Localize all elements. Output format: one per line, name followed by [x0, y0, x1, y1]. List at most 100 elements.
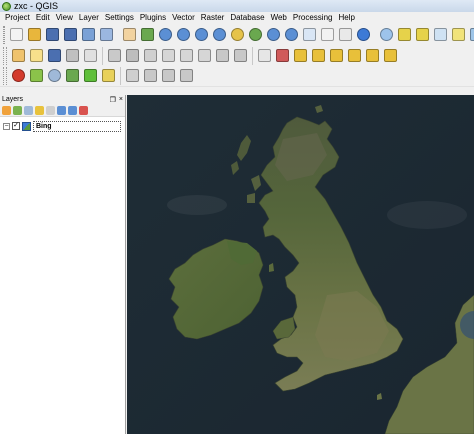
label-show-icon: [366, 49, 379, 62]
expand-all-icon[interactable]: [57, 105, 66, 115]
toolbar-grip-handle[interactable]: [3, 25, 5, 44]
save-edits-icon: [48, 49, 61, 62]
save-project-button[interactable]: [44, 26, 61, 43]
label-rotate-button[interactable]: [328, 47, 345, 64]
menu-help[interactable]: Help: [335, 12, 357, 23]
add-feature-button[interactable]: [82, 47, 99, 64]
zoom-selection-button[interactable]: [229, 26, 246, 43]
toggle-editing-button[interactable]: [28, 47, 45, 64]
paste-features-icon: [198, 49, 211, 62]
toolbar-grip-handle[interactable]: [3, 46, 7, 65]
pan-hand-button[interactable]: [121, 26, 138, 43]
layer-item-bing[interactable]: − ✓ Bing: [0, 120, 125, 132]
label-pin-button[interactable]: [274, 47, 291, 64]
layers-panel-title: Layers: [2, 96, 24, 103]
menu-edit[interactable]: Edit: [33, 12, 53, 23]
new-map-view-button[interactable]: [301, 26, 318, 43]
cut-features-button[interactable]: [160, 47, 177, 64]
paste-features-button[interactable]: [196, 47, 213, 64]
simplify-button[interactable]: [142, 67, 159, 84]
statistics-button[interactable]: [468, 26, 474, 43]
save-edits-button[interactable]: [46, 47, 63, 64]
zoom-in-button[interactable]: [157, 26, 174, 43]
add-group-icon[interactable]: [13, 105, 22, 115]
label-diagram-button[interactable]: [382, 47, 399, 64]
new-project-button[interactable]: [8, 26, 25, 43]
zoom-last-button[interactable]: [265, 26, 282, 43]
zoom-out-button[interactable]: [175, 26, 192, 43]
eye-visibility-button[interactable]: [46, 67, 63, 84]
label-change-button[interactable]: [346, 47, 363, 64]
menu-processing[interactable]: Processing: [290, 12, 336, 23]
collapse-all-icon[interactable]: [68, 105, 77, 115]
statistics-icon: [470, 28, 474, 41]
move-feature-button[interactable]: [106, 47, 123, 64]
copy-features-button[interactable]: [178, 47, 195, 64]
menu-settings[interactable]: Settings: [102, 12, 137, 23]
menu-layer[interactable]: Layer: [76, 12, 102, 23]
save-as-button[interactable]: [62, 26, 79, 43]
label-move-button[interactable]: [310, 47, 327, 64]
identify-button[interactable]: [378, 26, 395, 43]
menu-view[interactable]: View: [53, 12, 76, 23]
menu-vector[interactable]: Vector: [169, 12, 198, 23]
menu-database[interactable]: Database: [227, 12, 267, 23]
trace-button[interactable]: [28, 67, 45, 84]
menu-plugins[interactable]: Plugins: [137, 12, 169, 23]
float-panel-icon[interactable]: ❐: [110, 96, 116, 104]
measure-button[interactable]: [450, 26, 467, 43]
reshape-button[interactable]: [178, 67, 195, 84]
deselect-button[interactable]: [414, 26, 431, 43]
manage-visibility-icon[interactable]: [24, 105, 33, 115]
menu-raster[interactable]: Raster: [198, 12, 228, 23]
topology-button[interactable]: [82, 67, 99, 84]
redo-button[interactable]: [232, 47, 249, 64]
show-bookmarks-button[interactable]: [337, 26, 354, 43]
show-bookmarks-icon: [339, 28, 352, 41]
menu-project[interactable]: Project: [2, 12, 33, 23]
map-canvas[interactable]: [127, 95, 474, 434]
snapping-magnet-button[interactable]: [10, 67, 27, 84]
zoom-next-button[interactable]: [283, 26, 300, 43]
label-move-icon: [312, 49, 325, 62]
digitize-button[interactable]: [64, 47, 81, 64]
cad-tool-button[interactable]: [100, 67, 117, 84]
close-panel-icon[interactable]: ×: [119, 96, 123, 104]
zoom-actual-button[interactable]: [193, 26, 210, 43]
delete-selected-button[interactable]: [142, 47, 159, 64]
field-calculator-icon: [434, 28, 447, 41]
filter-legend-icon[interactable]: [35, 105, 44, 115]
current-edits-button[interactable]: [10, 47, 27, 64]
offset-curve-button[interactable]: [160, 67, 177, 84]
open-layer-styling-icon[interactable]: [2, 105, 11, 115]
field-calculator-button[interactable]: [432, 26, 449, 43]
undo-button[interactable]: [214, 47, 231, 64]
toolbar-grip-handle[interactable]: [3, 66, 7, 85]
zoom-layer-button[interactable]: [247, 26, 264, 43]
bookmark-button[interactable]: [319, 26, 336, 43]
print-composer-button[interactable]: [80, 26, 97, 43]
snapping-magnet-icon: [12, 69, 25, 82]
collapse-toggle-icon[interactable]: −: [3, 122, 10, 130]
node-tool-button[interactable]: [124, 47, 141, 64]
layer-visibility-checkbox[interactable]: ✓: [12, 122, 20, 130]
label-highlight-button[interactable]: [292, 47, 309, 64]
layer-name[interactable]: Bing: [33, 120, 121, 132]
vertex-button[interactable]: [64, 67, 81, 84]
filter-expression-icon[interactable]: [46, 105, 55, 115]
pan-to-selection-button[interactable]: [139, 26, 156, 43]
rotate-point-button[interactable]: [124, 67, 141, 84]
refresh-button[interactable]: [355, 26, 372, 43]
remove-layer-icon[interactable]: [79, 105, 88, 115]
select-features-button[interactable]: [396, 26, 413, 43]
refresh-icon: [357, 28, 370, 41]
label-show-button[interactable]: [364, 47, 381, 64]
composer-manager-button[interactable]: [98, 26, 115, 43]
menu-web[interactable]: Web: [268, 12, 290, 23]
undo-icon: [216, 49, 229, 62]
zoom-actual-icon: [195, 28, 208, 41]
open-project-button[interactable]: [26, 26, 43, 43]
zoom-full-button[interactable]: [211, 26, 228, 43]
vertex-icon: [66, 69, 79, 82]
label-button[interactable]: [256, 47, 273, 64]
